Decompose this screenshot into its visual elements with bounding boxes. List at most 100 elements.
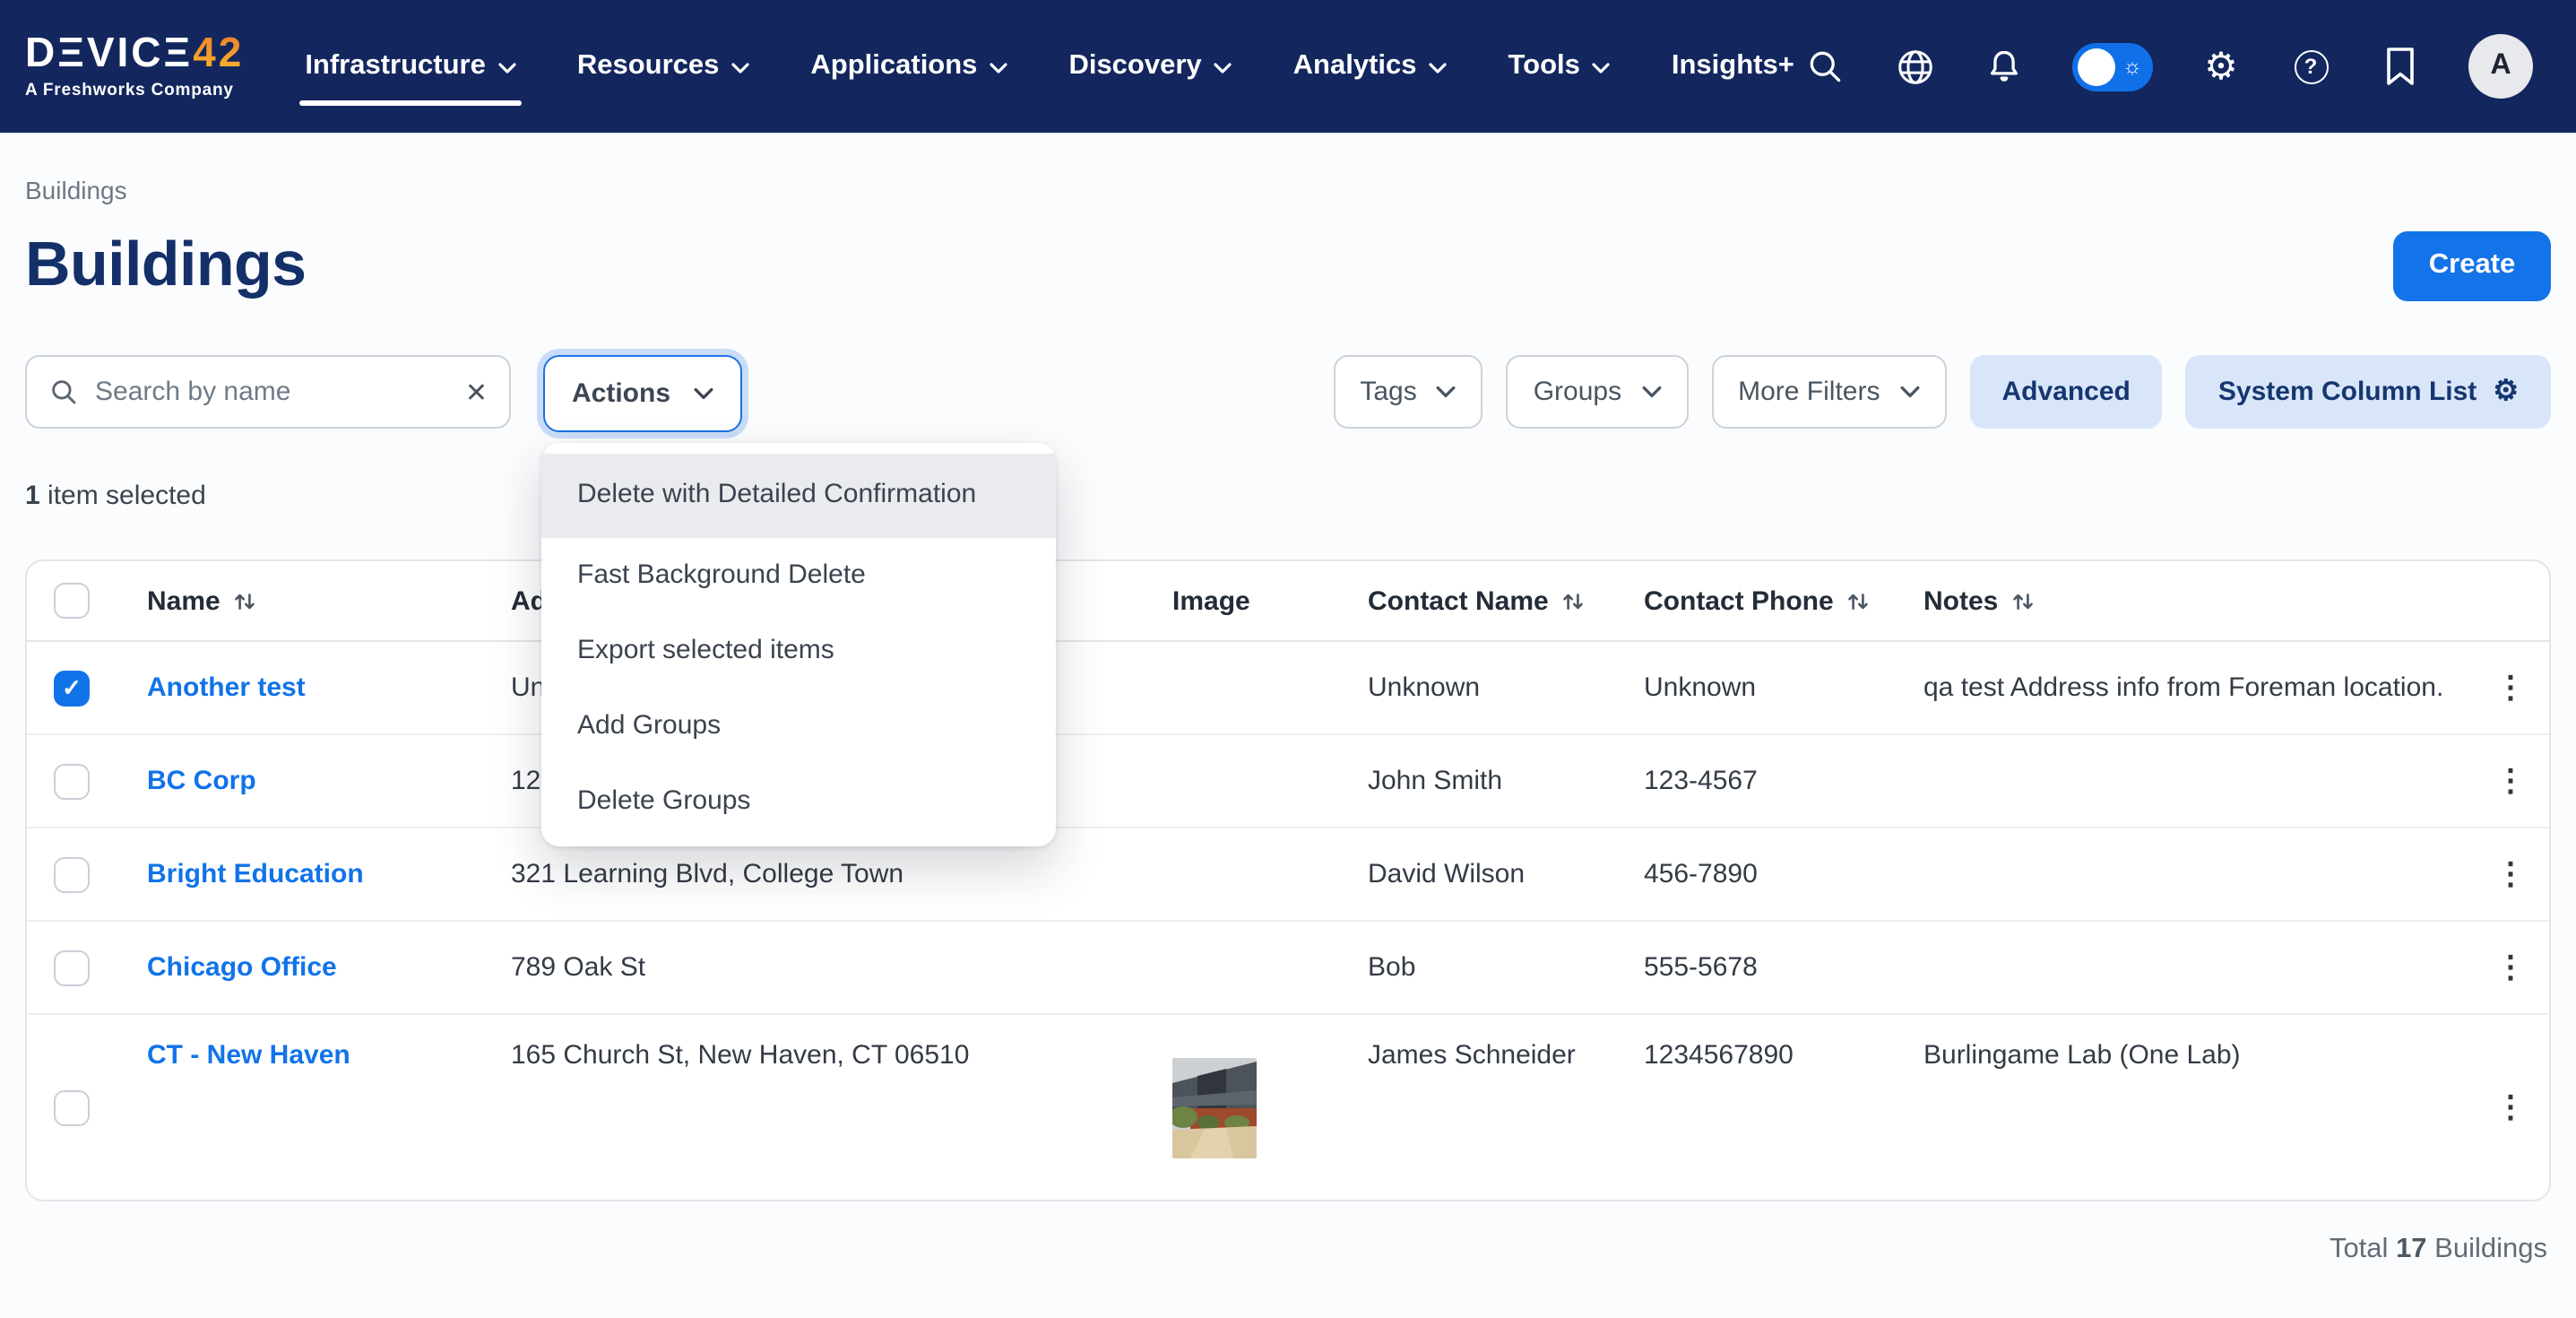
column-header-notes[interactable]: Notes: [1902, 585, 2483, 616]
settings-gear-icon[interactable]: ⚙: [2200, 45, 2243, 88]
system-column-list-button[interactable]: System Column List ⚙: [2186, 355, 2551, 429]
sun-icon: ☼: [2122, 51, 2142, 80]
header-checkbox-cell: [27, 583, 125, 619]
logo-accent-42: 42: [193, 32, 244, 74]
filters-group: Tags Groups More Filters Advanced System…: [1333, 355, 2551, 429]
nav-icon-group: ☼ ⚙ ? A: [1803, 34, 2533, 99]
logo-text: DΞVICΞ: [25, 32, 193, 74]
chevron-down-icon: [1641, 386, 1661, 398]
menu-item-add-groups[interactable]: Add Groups: [541, 689, 1056, 764]
chevron-down-icon: [694, 387, 713, 400]
more-filters-button[interactable]: More Filters: [1711, 355, 1946, 429]
theme-toggle-knob: [2078, 48, 2115, 85]
building-name-link[interactable]: CT - New Haven: [147, 1040, 350, 1071]
clear-search-icon[interactable]: ✕: [465, 376, 488, 408]
column-header-contact-phone[interactable]: Contact Phone: [1622, 585, 1902, 616]
building-name-link[interactable]: Bright Education: [147, 859, 364, 889]
search-input[interactable]: [95, 377, 449, 407]
row-checkbox[interactable]: [54, 856, 90, 892]
building-name-link[interactable]: BC Corp: [147, 766, 256, 796]
table-row: Chicago Office 789 Oak St Bob 555-5678 ⋮: [27, 922, 2549, 1015]
nav-item-analytics[interactable]: Analytics: [1293, 0, 1448, 133]
globe-icon[interactable]: [1893, 45, 1936, 88]
menu-item-delete-groups[interactable]: Delete Groups: [541, 764, 1056, 839]
nav-item-insights-plus[interactable]: Insights+: [1672, 0, 1794, 133]
advanced-button[interactable]: Advanced: [1970, 355, 2163, 429]
search-box[interactable]: ✕: [25, 355, 511, 429]
user-avatar[interactable]: A: [2468, 34, 2533, 99]
main-content: Buildings Buildings Create ✕ Actions Tag…: [0, 133, 2576, 1266]
notes-cell: Burlingame Lab (One Lab): [1902, 1015, 2483, 1071]
menu-item-export-selected-items[interactable]: Export selected items: [541, 613, 1056, 689]
address-cell: 789 Oak St: [489, 952, 1151, 983]
selection-status: 1 item selected: [25, 481, 2551, 511]
contact-name-cell: John Smith: [1346, 766, 1622, 796]
row-menu-kebab-icon[interactable]: ⋮: [2483, 1092, 2549, 1123]
row-menu-kebab-icon[interactable]: ⋮: [2483, 859, 2549, 889]
column-header-name[interactable]: Name: [125, 585, 489, 616]
building-name-link[interactable]: Another test: [147, 672, 306, 703]
column-header-contact-name[interactable]: Contact Name: [1346, 585, 1622, 616]
chevron-down-icon: [1215, 63, 1232, 74]
contact-name-cell: James Schneider: [1346, 1015, 1622, 1071]
nav-item-resources[interactable]: Resources: [577, 0, 750, 133]
toolbar: ✕ Actions Tags Groups More Filters: [25, 355, 2551, 432]
nav-item-infrastructure[interactable]: Infrastructure: [305, 0, 516, 133]
theme-toggle[interactable]: ☼: [2072, 42, 2153, 91]
logo-subtitle: A Freshworks Company: [25, 81, 244, 100]
row-checkbox[interactable]: [54, 1089, 90, 1125]
contact-phone-cell: 555-5678: [1622, 952, 1902, 983]
notes-cell: qa test Address info from Foreman locati…: [1902, 672, 2483, 703]
contact-phone-cell: Unknown: [1622, 672, 1902, 703]
gear-icon: ⚙: [2493, 377, 2519, 406]
actions-dropdown-menu: Delete with Detailed Confirmation Fast B…: [541, 443, 1056, 846]
chevron-down-icon: [1593, 63, 1611, 74]
row-checkbox[interactable]: [54, 949, 90, 985]
breadcrumb[interactable]: Buildings: [25, 176, 2551, 204]
actions-dropdown-button[interactable]: Actions: [543, 355, 742, 432]
table-row: ✓ Another test Unknown Unknown Unknown q…: [27, 642, 2549, 735]
row-menu-kebab-icon[interactable]: ⋮: [2483, 952, 2549, 983]
address-cell: 165 Church St, New Haven, CT 06510: [489, 1015, 1151, 1071]
menu-item-delete-with-detailed-confirmation[interactable]: Delete with Detailed Confirmation: [541, 454, 1056, 538]
search-icon[interactable]: [1803, 45, 1846, 88]
page-title: Buildings: [25, 222, 306, 308]
select-all-checkbox[interactable]: [54, 583, 90, 619]
bookmark-icon[interactable]: [2379, 45, 2422, 88]
tags-filter-button[interactable]: Tags: [1333, 355, 1482, 429]
address-cell: 321 Learning Blvd, College Town: [489, 859, 1151, 889]
row-checkbox[interactable]: [54, 763, 90, 799]
contact-name-cell: Unknown: [1346, 672, 1622, 703]
top-navigation-bar: DΞVICΞ42 A Freshworks Company Infrastruc…: [0, 0, 2576, 133]
chevron-down-icon: [1437, 386, 1457, 398]
chevron-down-icon: [1430, 63, 1448, 74]
menu-item-fast-background-delete[interactable]: Fast Background Delete: [541, 538, 1056, 613]
create-button[interactable]: Create: [2393, 230, 2551, 300]
chevron-down-icon: [498, 63, 516, 74]
table-row: BC Corp 123 N John Smith 123-4567 ⋮: [27, 735, 2549, 828]
sort-icon: [1846, 589, 1870, 612]
table-header-row: Name Address Image Contact Name Contact …: [27, 561, 2549, 642]
nav-item-tools[interactable]: Tools: [1508, 0, 1611, 133]
column-header-image: Image: [1151, 585, 1346, 616]
building-name-link[interactable]: Chicago Office: [147, 952, 337, 983]
nav-item-discovery[interactable]: Discovery: [1068, 0, 1232, 133]
buildings-table: Name Address Image Contact Name Contact …: [25, 559, 2551, 1201]
chevron-down-icon: [990, 63, 1007, 74]
help-icon[interactable]: ?: [2289, 45, 2332, 88]
row-checkbox[interactable]: ✓: [54, 670, 90, 706]
contact-phone-cell: 1234567890: [1622, 1015, 1902, 1071]
device42-logo[interactable]: DΞVICΞ42 A Freshworks Company: [25, 32, 244, 100]
building-photo-thumbnail[interactable]: [1172, 1057, 1257, 1158]
groups-filter-button[interactable]: Groups: [1507, 355, 1688, 429]
table-row: CT - New Haven 165 Church St, New Haven,…: [27, 1015, 2549, 1200]
nav-item-applications[interactable]: Applications: [810, 0, 1007, 133]
table-row: Bright Education 321 Learning Blvd, Coll…: [27, 828, 2549, 922]
chevron-down-icon: [731, 63, 749, 74]
row-menu-kebab-icon[interactable]: ⋮: [2483, 672, 2549, 703]
contact-phone-cell: 123-4567: [1622, 766, 1902, 796]
row-menu-kebab-icon[interactable]: ⋮: [2483, 766, 2549, 796]
search-icon: [48, 377, 79, 407]
notifications-bell-icon[interactable]: [1983, 45, 2026, 88]
main-menu: Infrastructure Resources Applications Di…: [305, 0, 1794, 133]
